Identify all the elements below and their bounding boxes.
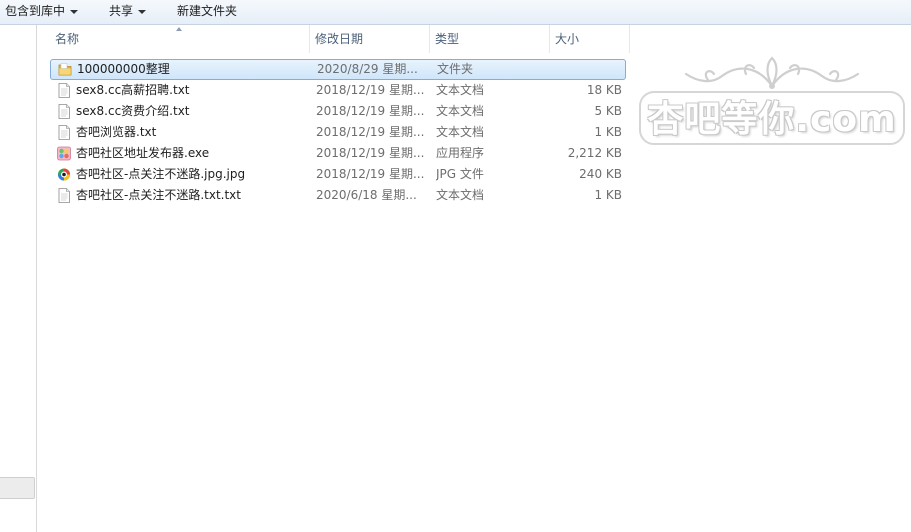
text-file-icon [58,83,70,98]
file-row[interactable]: 杏吧社区-点关注不迷路.txt.txt 2020/6/18 星期... 文本文档… [50,185,626,206]
file-row[interactable]: 杏吧社区-点关注不迷路.jpg.jpg 2018/12/19 星期... JPG… [50,164,626,185]
column-header-size[interactable]: 大小 [550,25,629,53]
file-type: 文本文档 [436,125,485,139]
file-date: 2018/12/19 星期... [316,83,425,97]
file-row[interactable]: 杏吧浏览器.txt 2018/12/19 星期... 文本文档 1 KB [50,122,626,143]
file-date: 2020/6/18 星期... [316,188,417,202]
text-file-icon [58,104,70,119]
file-row[interactable]: 100000000整理 2020/8/29 星期... 文件夹 [50,59,626,80]
file-name: sex8.cc高薪招聘.txt [76,83,190,97]
share-label: 共享 [109,4,134,18]
file-size: 5 KB [594,104,622,118]
file-type: 文件夹 [437,62,474,76]
file-row[interactable]: sex8.cc高薪招聘.txt 2018/12/19 星期... 文本文档 18… [50,80,626,101]
include-in-library-label: 包含到库中 [5,4,66,18]
file-name: 100000000整理 [77,62,170,76]
file-row[interactable]: sex8.cc资费介绍.txt 2018/12/19 星期... 文本文档 5 … [50,101,626,122]
file-name: 杏吧社区地址发布器.exe [76,146,210,160]
column-divider[interactable] [629,25,630,53]
dropdown-arrow-icon [138,9,147,14]
share-button[interactable]: 共享 [109,2,147,20]
file-date: 2020/8/29 星期... [317,62,418,76]
file-date: 2018/12/19 星期... [316,167,425,181]
file-date: 2018/12/19 星期... [316,104,425,118]
nav-pane-scrollbar[interactable] [0,477,35,499]
file-name: 杏吧社区-点关注不迷路.txt.txt [76,188,241,202]
file-type: 应用程序 [436,146,485,160]
file-size: 2,212 KB [567,146,622,160]
include-in-library-button[interactable]: 包含到库中 [5,2,79,20]
watermark-logo: 杏吧等你.com [638,56,906,146]
application-icon [57,146,71,161]
navigation-pane[interactable] [0,25,37,532]
file-type: JPG 文件 [436,167,484,181]
column-header-type[interactable]: 类型 [430,25,549,53]
file-type: 文本文档 [436,188,485,202]
watermark-text: 杏吧等你.com [647,99,897,140]
file-date: 2018/12/19 星期... [316,125,425,139]
image-file-icon [58,168,70,181]
text-file-icon [58,188,70,203]
file-type: 文本文档 [436,83,485,97]
file-size: 18 KB [586,83,622,97]
sort-ascending-icon [176,27,182,31]
file-size [557,59,623,80]
dropdown-arrow-icon [70,9,79,14]
file-date: 2018/12/19 星期... [316,146,425,160]
command-toolbar: 包含到库中 共享 新建文件夹 [0,0,911,25]
new-folder-button[interactable]: 新建文件夹 [177,2,237,20]
file-name: 杏吧社区-点关注不迷路.jpg.jpg [76,167,246,181]
file-type: 文本文档 [436,104,485,118]
file-size: 1 KB [594,125,622,139]
file-name: 杏吧浏览器.txt [76,125,157,139]
file-size: 1 KB [594,188,622,202]
file-name: sex8.cc资费介绍.txt [76,104,190,118]
text-file-icon [58,125,70,140]
folder-icon [58,63,72,76]
column-header-date[interactable]: 修改日期 [310,25,429,53]
file-size: 240 KB [579,167,622,181]
file-row[interactable]: 杏吧社区地址发布器.exe 2018/12/19 星期... 应用程序 2,21… [50,143,626,164]
